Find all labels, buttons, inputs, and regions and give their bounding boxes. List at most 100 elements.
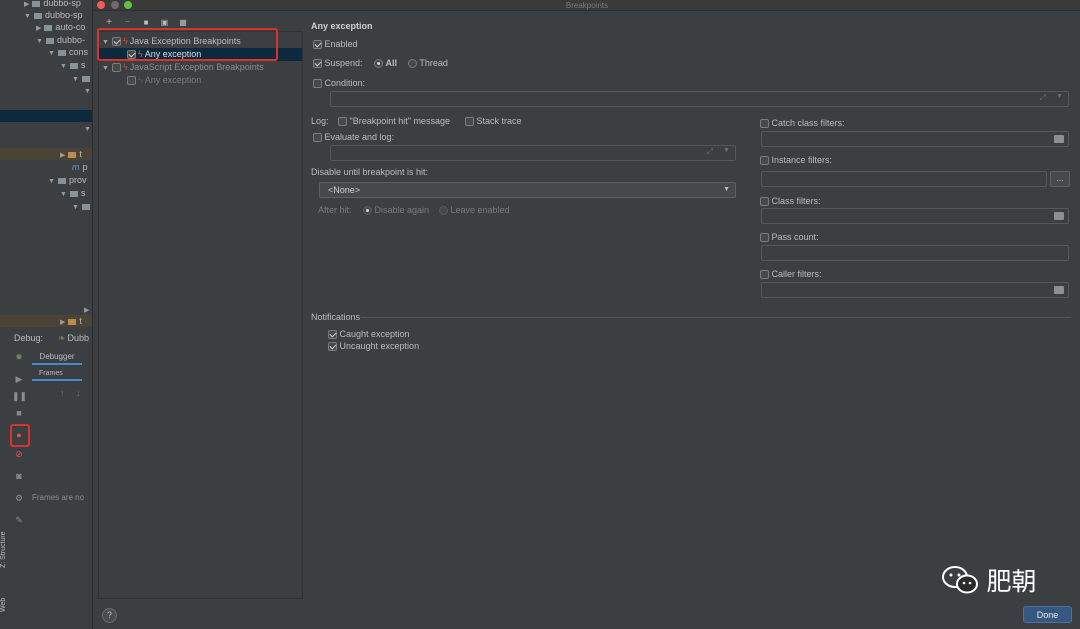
caret-down-icon[interactable]: ▼ xyxy=(102,65,109,72)
disable-again-radio[interactable]: Disable again xyxy=(363,204,429,216)
enabled-option[interactable]: Enabled xyxy=(313,38,358,50)
caller-filters-checkbox[interactable] xyxy=(760,270,769,280)
add-icon[interactable]: + xyxy=(101,17,117,28)
pass-count-checkbox[interactable] xyxy=(760,233,769,243)
help-button[interactable]: ? xyxy=(102,608,117,623)
expand-icon[interactable]: ⤢ xyxy=(1040,93,1046,103)
pass-count-option[interactable]: Pass count: xyxy=(760,231,819,243)
log-label: Log: xyxy=(311,116,329,126)
tree-item[interactable]: ▶ t xyxy=(0,315,92,327)
arrow-up-icon[interactable]: ↑ xyxy=(60,388,65,398)
bug-icon[interactable]: ✹ xyxy=(12,351,26,363)
chevron-down-icon[interactable]: ▼ xyxy=(1056,93,1063,100)
class-filters-option[interactable]: Class filters: xyxy=(760,195,821,207)
tab-frames[interactable]: Frames xyxy=(32,367,82,381)
instance-filters-checkbox[interactable] xyxy=(760,156,769,166)
class-filters-checkbox[interactable] xyxy=(760,197,769,207)
evaluate-input[interactable]: ⤢ ▼ xyxy=(330,145,736,161)
tree-item[interactable]: ▶ auto-co xyxy=(36,21,85,33)
uncaught-exception-option[interactable]: Uncaught exception xyxy=(328,340,419,352)
disable-until-select[interactable]: <None> ▼ xyxy=(319,182,736,198)
filter-icon[interactable]: ▦ xyxy=(175,18,191,27)
tree-item[interactable]: ▼ xyxy=(72,72,92,84)
caller-filters-option[interactable]: Caller filters: xyxy=(760,268,822,280)
ide-project-panel: ▶ dubbo-sp ▼ dubbo-sp ▶ auto-co ▼ dubbo- ▼ co… xyxy=(0,0,92,629)
tree-item[interactable]: ▼ xyxy=(72,200,92,212)
tree-item[interactable]: mp xyxy=(72,161,88,173)
suspend-option[interactable]: Suspend: xyxy=(313,57,363,69)
tree-item[interactable]: ▼ xyxy=(84,122,92,134)
wechat-watermark: 肥朝 xyxy=(940,562,1037,596)
tree-item[interactable]: ▶ t xyxy=(0,148,92,160)
suspend-all-radio[interactable]: All xyxy=(374,57,397,69)
folder-icon[interactable] xyxy=(1054,135,1064,143)
wechat-icon xyxy=(942,566,978,594)
tree-group-js-exceptions[interactable]: ▼ ϟ JavaScript Exception Breakpoints xyxy=(102,61,302,74)
class-filters-input[interactable] xyxy=(761,208,1069,224)
condition-option[interactable]: Condition: xyxy=(313,77,365,89)
debug-config-tab[interactable]: ❧ Dubb xyxy=(58,333,89,344)
resume-icon[interactable]: ▶ xyxy=(12,373,26,385)
tree-item[interactable]: ▼ xyxy=(84,84,92,96)
caught-exception-option[interactable]: Caught exception xyxy=(328,328,410,340)
evaluate-checkbox[interactable] xyxy=(313,133,322,143)
tree-item[interactable]: ▼ s xyxy=(60,59,85,71)
notifications-heading: Notifications xyxy=(311,312,361,322)
uncaught-exception-checkbox[interactable] xyxy=(328,342,337,352)
log-message-checkbox[interactable] xyxy=(338,117,347,127)
remove-icon[interactable]: − xyxy=(120,17,136,28)
stack-trace-checkbox[interactable] xyxy=(465,117,474,127)
instance-filters-option[interactable]: Instance filters: xyxy=(760,154,832,166)
condition-input[interactable]: ⤢ ▼ xyxy=(330,91,1069,107)
js-any-checkbox[interactable] xyxy=(127,76,136,86)
folder-icon[interactable] xyxy=(1054,286,1064,294)
chevron-down-icon[interactable]: ▼ xyxy=(723,147,730,154)
tree-item[interactable]: ▶ dubbo-sp xyxy=(24,0,81,9)
tree-item-selected[interactable] xyxy=(0,110,92,122)
log-stack-option[interactable]: Stack trace xyxy=(465,115,522,127)
tree-item[interactable]: ▼ cons xyxy=(48,46,88,58)
pause-icon[interactable]: ❚❚ xyxy=(12,390,27,402)
catch-filters-input[interactable] xyxy=(761,131,1069,147)
condition-checkbox[interactable] xyxy=(313,79,322,89)
caller-filters-input[interactable] xyxy=(761,282,1069,298)
debug-label: Debug: xyxy=(14,333,44,343)
tab-debugger[interactable]: Debugger xyxy=(32,349,82,365)
enabled-checkbox[interactable] xyxy=(313,40,322,50)
js-group-checkbox[interactable] xyxy=(111,63,121,73)
tree-item[interactable]: ▼ prov xyxy=(48,174,86,186)
suspend-checkbox[interactable] xyxy=(313,59,322,69)
log-message-option[interactable]: "Breakpoint hit" message xyxy=(338,115,450,127)
stop-icon[interactable]: ■ xyxy=(12,407,26,419)
tree-item[interactable]: ▶ xyxy=(84,303,92,315)
side-tab-web[interactable]: Web xyxy=(0,598,7,612)
tree-item[interactable]: ▼ dubbo-sp xyxy=(24,9,82,21)
pin-icon[interactable]: ✎ xyxy=(12,514,26,526)
lightning-icon: ϟ xyxy=(138,75,143,85)
suspend-thread-radio[interactable]: Thread xyxy=(408,57,448,69)
browse-button[interactable]: ... xyxy=(1050,171,1070,187)
done-button[interactable]: Done xyxy=(1023,606,1072,623)
settings-icon[interactable]: ⚙ xyxy=(12,492,26,504)
arrow-down-icon[interactable]: ↓ xyxy=(76,388,81,398)
tree-item[interactable]: ▼ dubbo- xyxy=(36,34,85,46)
divider xyxy=(361,317,1071,318)
catch-filters-option[interactable]: Catch class filters: xyxy=(760,117,845,129)
instance-filters-input[interactable] xyxy=(761,171,1047,187)
tree-item-js-any-exception[interactable]: ϟ Any exception xyxy=(127,74,302,87)
lightning-icon: ϟ xyxy=(122,62,128,72)
frames-empty-message: Frames are no xyxy=(32,493,85,502)
leave-enabled-radio[interactable]: Leave enabled xyxy=(439,204,510,216)
side-tab-structure[interactable]: Z: Structure xyxy=(0,531,7,568)
camera-icon[interactable]: ◙ xyxy=(12,470,26,482)
expand-icon[interactable]: ⤢ xyxy=(707,147,713,157)
pass-count-input[interactable] xyxy=(761,245,1069,261)
folder-icon[interactable] xyxy=(1054,212,1064,220)
caught-exception-checkbox[interactable] xyxy=(328,330,337,340)
evaluate-option[interactable]: Evaluate and log: xyxy=(313,131,394,143)
group-icon[interactable]: ▣ xyxy=(157,18,173,27)
mute-breakpoints-icon[interactable]: ⊘ xyxy=(12,448,26,460)
catch-filters-checkbox[interactable] xyxy=(760,119,769,129)
tree-item[interactable]: ▼ s xyxy=(60,187,85,199)
folder-icon[interactable]: ■ xyxy=(138,18,154,27)
